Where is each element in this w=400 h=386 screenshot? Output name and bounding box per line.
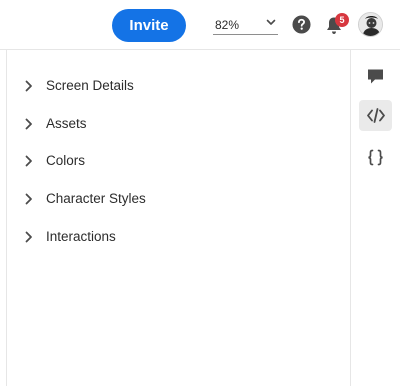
chevron-right-icon	[25, 118, 32, 130]
chevron-right-icon	[25, 155, 32, 167]
app-window: Invite 82% 5 Screen Details Assets Color…	[0, 0, 400, 386]
invite-button[interactable]: Invite	[112, 9, 186, 42]
braces-icon	[368, 149, 383, 166]
braces-button[interactable]	[359, 142, 392, 173]
right-rail	[352, 50, 400, 386]
section-label: Colors	[46, 153, 86, 168]
zoom-select[interactable]: 82%	[213, 13, 278, 35]
notification-badge: 5	[335, 13, 349, 27]
notifications-button[interactable]: 5	[325, 13, 349, 37]
section-colors[interactable]: Colors	[7, 146, 347, 176]
chevron-right-icon	[25, 231, 32, 243]
zoom-value: 82%	[215, 18, 240, 32]
code-button[interactable]	[359, 100, 392, 131]
section-interactions[interactable]: Interactions	[7, 222, 347, 252]
section-screen-details[interactable]: Screen Details	[7, 71, 347, 101]
section-character-styles[interactable]: Character Styles	[7, 184, 347, 214]
chevron-right-icon	[25, 193, 32, 205]
section-label: Character Styles	[46, 191, 146, 206]
code-icon	[367, 108, 385, 123]
section-label: Assets	[46, 116, 87, 131]
comment-icon	[368, 69, 383, 84]
inspect-panel: Screen Details Assets Colors Character S…	[6, 50, 351, 386]
help-icon[interactable]	[292, 15, 311, 34]
chevron-down-icon	[266, 19, 276, 25]
comments-button[interactable]	[359, 61, 392, 92]
top-bar: Invite 82% 5	[0, 0, 400, 50]
avatar[interactable]	[358, 12, 383, 37]
section-label: Screen Details	[46, 78, 134, 93]
chevron-right-icon	[25, 80, 32, 92]
section-label: Interactions	[46, 229, 116, 244]
section-assets[interactable]: Assets	[7, 109, 347, 139]
avatar-icon	[359, 13, 382, 36]
